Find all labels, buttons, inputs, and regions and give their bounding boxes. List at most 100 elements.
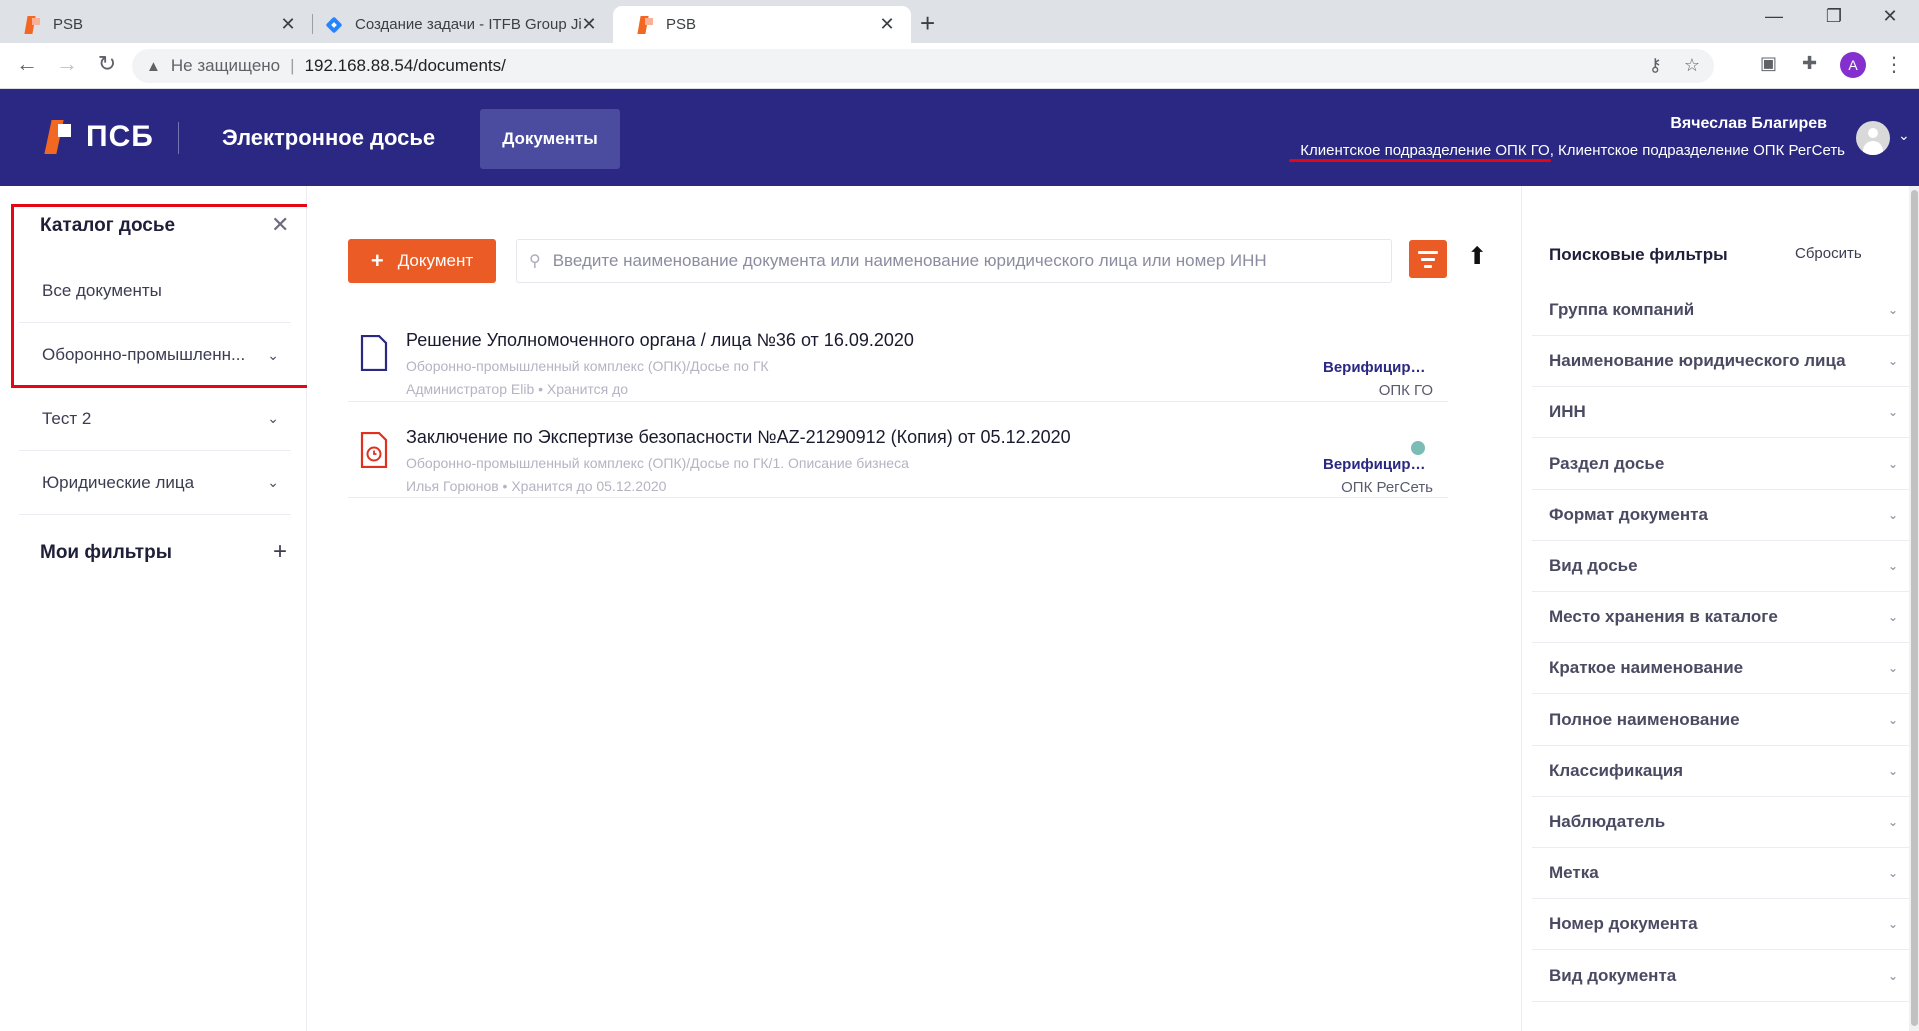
filter-label: Классификация	[1549, 760, 1684, 780]
search-filters-panel: Поисковые фильтры Сбросить Группа компан…	[1521, 186, 1919, 1031]
filter-accordion-item[interactable]: Наблюдатель ⌄	[1532, 797, 1919, 848]
chevron-down-icon[interactable]: ⌄	[1888, 969, 1898, 983]
status-dot	[1411, 441, 1425, 455]
search-icon: ⚲	[529, 253, 541, 270]
chevron-down-icon[interactable]: ⌄	[1888, 354, 1898, 368]
sidebar-item-legal-entities[interactable]: Юридические лица ⌄	[19, 451, 291, 515]
filter-accordion-item[interactable]: Краткое наименование ⌄	[1532, 643, 1919, 695]
user-avatar[interactable]	[1856, 121, 1890, 155]
url-omnibox[interactable]: ▲ Не защищено | 192.168.88.54/documents/…	[132, 49, 1714, 83]
search-input[interactable]	[552, 251, 1373, 271]
chevron-down-icon[interactable]: ⌄	[1898, 127, 1910, 144]
sidebar-item-all-documents[interactable]: Все документы	[19, 259, 291, 323]
browser-tab-jira[interactable]: Создание задачи - ITFB Group Ji ✕	[313, 6, 613, 43]
chevron-down-icon[interactable]: ⌄	[1888, 610, 1898, 624]
reload-icon[interactable]: ↻	[92, 51, 122, 77]
chevron-down-icon[interactable]: ⌄	[1888, 303, 1898, 317]
document-title[interactable]: Заключение по Экспертизе безопасности №A…	[406, 427, 1071, 448]
back-arrow-icon[interactable]: ←	[12, 51, 42, 77]
user-department: Клиентское подразделение ОПК ГО, Клиентс…	[1300, 142, 1845, 159]
jira-favicon-icon	[325, 16, 343, 34]
maximize-button[interactable]: ❐	[1810, 6, 1858, 27]
filter-accordion-item[interactable]: Полное наименование ⌄	[1532, 695, 1919, 746]
psb-logo[interactable]: ПСБ	[44, 120, 154, 154]
filter-accordion-item[interactable]: Вид досье ⌄	[1532, 541, 1919, 592]
filter-accordion-item[interactable]: Раздел досье ⌄	[1532, 439, 1919, 490]
chevron-down-icon[interactable]: ⌄	[1888, 713, 1898, 727]
extension-screen-icon[interactable]: ▣	[1760, 53, 1777, 74]
chevron-down-icon[interactable]: ⌄	[1888, 661, 1898, 675]
tab-title: Создание задачи - ITFB Group Ji	[355, 16, 581, 33]
filter-label: Формат документа	[1549, 504, 1708, 524]
browser-tab-psb-active[interactable]: PSB ✕	[613, 6, 911, 43]
filter-accordion-item[interactable]: Вид документа ⌄	[1532, 951, 1919, 1002]
filter-accordion-item[interactable]: ИНН ⌄	[1532, 387, 1919, 439]
filter-label: Группа компаний	[1549, 300, 1695, 319]
chevron-down-icon[interactable]: ⌄	[1888, 917, 1898, 931]
chevron-down-icon[interactable]: ⌄	[1888, 866, 1898, 880]
browser-menu-icon[interactable]: ⋮	[1884, 52, 1904, 77]
key-icon[interactable]: ⚷	[1649, 55, 1662, 76]
document-path: Оборонно-промышленный комплекс (ОПК)/Дос…	[406, 358, 769, 374]
filter-accordion-item[interactable]: Группа компаний ⌄	[1532, 285, 1919, 336]
scrollbar-thumb[interactable]	[1911, 190, 1918, 1026]
chevron-down-icon[interactable]: ⌄	[1888, 815, 1898, 829]
document-row[interactable]: Заключение по Экспертизе безопасности №A…	[348, 418, 1448, 498]
warning-icon: ▲	[146, 57, 161, 75]
filter-icon	[1421, 258, 1435, 261]
sidebar-item-label: Все документы	[42, 280, 162, 300]
window-close-button[interactable]: ✕	[1866, 6, 1914, 27]
filter-label: Раздел досье	[1549, 453, 1665, 473]
minimize-button[interactable]: —	[1750, 6, 1798, 27]
filter-label: Наименование юридического лица	[1549, 351, 1846, 371]
close-icon[interactable]: ✕	[581, 14, 597, 35]
psb-logo-icon	[44, 120, 74, 154]
add-filter-icon[interactable]: +	[273, 538, 287, 566]
document-icon	[360, 335, 388, 371]
header-divider	[178, 122, 179, 154]
chevron-down-icon[interactable]: ⌄	[1888, 405, 1898, 419]
chevron-down-icon[interactable]: ⌄	[1888, 764, 1898, 778]
reset-filters-button[interactable]: Сбросить	[1795, 245, 1862, 262]
url-text: 192.168.88.54/documents/	[304, 56, 506, 75]
filter-label: Вид досье	[1549, 556, 1638, 575]
profile-avatar[interactable]: A	[1840, 52, 1866, 78]
search-field[interactable]: ⚲	[516, 239, 1392, 283]
logo-text: ПСБ	[86, 120, 154, 153]
filter-label: Номер документа	[1549, 914, 1698, 934]
document-meta: Илья Горюнов • Хранится до 05.12.2020	[406, 478, 667, 494]
browser-address-bar: ← → ↻ ▲ Не защищено | 192.168.88.54/docu…	[0, 43, 1919, 89]
chevron-down-icon[interactable]: ⌄	[267, 347, 279, 364]
close-icon[interactable]: ✕	[271, 212, 289, 238]
filter-accordion-item[interactable]: Место хранения в каталоге ⌄	[1532, 592, 1919, 644]
filter-accordion-item[interactable]: Метка ⌄	[1532, 848, 1919, 900]
close-icon[interactable]: ✕	[879, 14, 895, 35]
filter-accordion-item[interactable]: Классификация ⌄	[1532, 746, 1919, 797]
chevron-down-icon[interactable]: ⌄	[267, 410, 279, 427]
upload-icon[interactable]: ⬆	[1467, 242, 1487, 271]
nav-documents-button[interactable]: Документы	[480, 109, 620, 169]
star-icon[interactable]: ☆	[1684, 55, 1700, 76]
filter-accordion-item[interactable]: Формат документа ⌄	[1532, 490, 1919, 541]
sidebar-item-label: Оборонно-промышленн...	[42, 345, 246, 364]
insecure-label: Не защищено	[170, 56, 281, 75]
filter-toggle-button[interactable]	[1409, 240, 1447, 278]
close-icon[interactable]: ✕	[280, 14, 296, 35]
document-title[interactable]: Решение Уполномоченного органа / лица №3…	[406, 330, 914, 351]
chevron-down-icon[interactable]: ⌄	[1888, 508, 1898, 522]
sidebar-item-opk[interactable]: Оборонно-промышленн... ⌄	[19, 323, 291, 387]
document-row[interactable]: Решение Уполномоченного органа / лица №3…	[348, 321, 1448, 402]
document-path: Оборонно-промышленный комплекс (ОПК)/Дос…	[406, 455, 909, 471]
forward-arrow-icon[interactable]: →	[52, 51, 82, 77]
filter-accordion-item[interactable]: Номер документа ⌄	[1532, 899, 1919, 951]
new-tab-button[interactable]: +	[920, 8, 935, 39]
chevron-down-icon[interactable]: ⌄	[1888, 559, 1898, 573]
tab-title: PSB	[53, 16, 84, 33]
puzzle-icon[interactable]: ✚	[1802, 53, 1817, 74]
filter-accordion-item[interactable]: Наименование юридического лица ⌄	[1532, 336, 1919, 388]
sidebar-item-test2[interactable]: Тест 2 ⌄	[19, 387, 291, 451]
browser-tab-psb-1[interactable]: PSB ✕	[0, 6, 312, 43]
add-document-button[interactable]: + Документ	[348, 239, 496, 283]
chevron-down-icon[interactable]: ⌄	[267, 474, 279, 491]
chevron-down-icon[interactable]: ⌄	[1888, 457, 1898, 471]
